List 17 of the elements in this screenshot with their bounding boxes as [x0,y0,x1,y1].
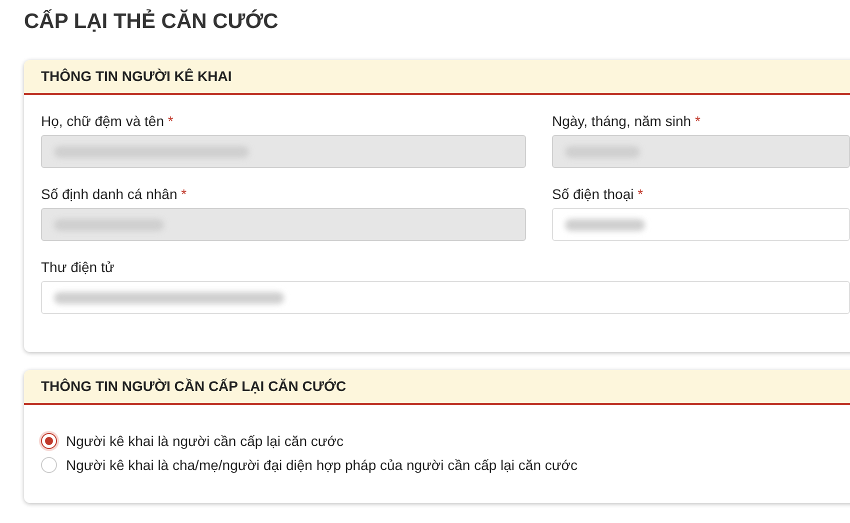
input-field[interactable] [41,281,850,314]
field-label: Số định danh cá nhân * [41,186,188,202]
field-label: Họ, chữ đệm và tên * [41,113,174,129]
required-mark: * [694,113,700,129]
required-mark: * [638,186,644,202]
required-mark: * [181,186,187,202]
field-label: Số điện thoại * [552,186,644,202]
input-field[interactable] [552,208,850,241]
field-label: Thư điện tử [41,259,116,275]
page-title: CẤP LẠI THẺ CĂN CƯỚC [24,10,280,34]
radio-label: Người kê khai là người cần cấp lại căn cước [66,433,344,449]
radio-button[interactable] [41,433,57,449]
section-title: THÔNG TIN NGƯỜI KÊ KHAI [41,68,232,84]
field-label: Ngày, tháng, năm sinh * [552,113,702,129]
radio-label: Người kê khai là cha/mẹ/người đại diện hợp pháp của người cần cấp lại căn cước [66,457,578,473]
section-title: THÔNG TIN NGƯỜI CẦN CẤP LẠI CĂN CƯỚC [41,378,346,394]
required-mark: * [168,113,174,129]
